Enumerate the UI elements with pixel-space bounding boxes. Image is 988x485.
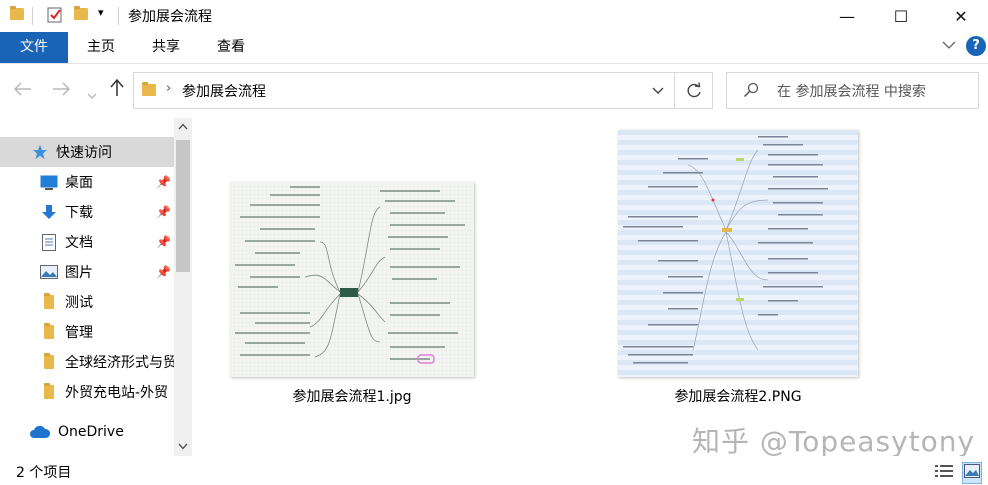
sidebar-item-label: 图片 (65, 265, 93, 281)
mindmap-thumbnail-image (230, 182, 474, 377)
pin-icon[interactable]: 📌 (156, 235, 171, 249)
file-thumbnail-2[interactable] (618, 130, 858, 377)
item-count: 2 个项目 (16, 465, 72, 481)
scroll-down-icon[interactable] (174, 438, 192, 456)
sidebar-item-desktop[interactable]: 桌面 (0, 167, 174, 197)
maximize-button[interactable]: ☐ (878, 0, 924, 32)
file-name-2[interactable]: 参加展会流程2.PNG (618, 386, 858, 406)
cloud-icon (29, 424, 51, 440)
folder-icon (142, 82, 156, 100)
sidebar-item-documents[interactable]: 文档 (0, 227, 174, 257)
pin-icon[interactable]: 📌 (156, 265, 171, 279)
sidebar-item-label: 外贸充电站-外贸 (65, 385, 169, 401)
folder-icon (10, 6, 24, 24)
help-icon[interactable]: ? (966, 36, 986, 56)
minimize-icon: — (839, 6, 855, 26)
refresh-button[interactable] (675, 72, 713, 109)
sidebar-item-global-economy[interactable]: 全球经济形式与贸 (0, 347, 174, 377)
folder-icon (40, 383, 58, 400)
customize-toolbar-dropdown-icon[interactable]: ▾ (98, 6, 104, 19)
close-button[interactable]: ✕ (938, 0, 984, 32)
desktop-icon (40, 174, 58, 190)
sidebar-item-trade-charging-station[interactable]: 外贸充电站-外贸 (0, 377, 174, 407)
up-arrow-icon[interactable] (110, 78, 124, 102)
sidebar-item-label: 下载 (65, 205, 93, 221)
back-arrow-icon[interactable] (13, 80, 32, 101)
sidebar-item-label: 测试 (65, 295, 93, 311)
tab-share[interactable]: 共享 (147, 32, 185, 63)
breadcrumb-chevron-icon[interactable]: › (166, 81, 171, 96)
search-icon (743, 82, 759, 102)
sidebar-item-pictures[interactable]: 图片 (0, 257, 174, 287)
sidebar-item-quick-access[interactable]: 快速访问 (0, 137, 174, 167)
sidebar-item-downloads[interactable]: 下载 (0, 197, 174, 227)
properties-checkmark-icon[interactable] (46, 6, 64, 28)
address-history-chevron-icon[interactable] (652, 83, 664, 99)
pin-icon[interactable]: 📌 (156, 205, 171, 219)
star-icon (31, 144, 49, 160)
scroll-thumb[interactable] (176, 140, 190, 272)
sidebar-item-onedrive[interactable]: OneDrive (0, 417, 174, 447)
minimize-button[interactable]: — (824, 0, 870, 32)
expand-ribbon-chevron-icon[interactable] (942, 38, 956, 54)
large-icons-view-icon[interactable] (962, 462, 982, 484)
status-bar: 2 个项目 (0, 456, 988, 485)
sidebar-item-label: 快速访问 (56, 145, 112, 161)
refresh-icon (687, 81, 701, 97)
sidebar-item-test[interactable]: 测试 (0, 287, 174, 317)
ribbon: 文件 主页 共享 查看 ? (0, 32, 988, 64)
sidebar-item-label: 管理 (65, 325, 93, 341)
sidebar-item-label: 全球经济形式与贸 (65, 355, 174, 371)
file-thumbnail-1[interactable] (230, 182, 474, 377)
sidebar-item-label: OneDrive (58, 424, 124, 440)
sidebar-scrollbar[interactable] (174, 118, 192, 456)
download-icon (40, 204, 58, 220)
close-icon: ✕ (954, 6, 968, 26)
toolbar-separator (118, 7, 119, 25)
tab-home[interactable]: 主页 (82, 32, 120, 63)
new-folder-icon[interactable] (74, 6, 88, 24)
folder-icon (40, 293, 58, 310)
pin-icon[interactable]: 📌 (156, 175, 171, 189)
forward-arrow-icon[interactable] (52, 80, 71, 101)
address-bar[interactable]: › 参加展会流程 (133, 72, 675, 109)
document-icon (40, 233, 58, 251)
details-view-icon[interactable] (935, 464, 953, 482)
folder-icon (40, 353, 58, 370)
sidebar-item-label: 桌面 (65, 175, 93, 191)
sidebar-item-label: 文档 (65, 235, 93, 251)
tab-file[interactable]: 文件 (0, 32, 68, 63)
breadcrumb-current-folder[interactable]: 参加展会流程 (182, 81, 266, 101)
recent-locations-chevron-icon[interactable] (87, 84, 97, 105)
window-title: 参加展会流程 (128, 9, 212, 25)
mindmap-thumbnail-image (618, 130, 858, 377)
scroll-up-icon[interactable] (174, 118, 192, 136)
search-placeholder: 在 参加展会流程 中搜索 (777, 84, 926, 100)
picture-icon (40, 264, 58, 280)
navigation-pane: 快速访问 桌面 📌 下载 📌 文档 📌 图片 📌 测试 管理 全球经济形式与贸 … (0, 118, 192, 456)
search-field[interactable]: 在 参加展会流程 中搜索 (726, 72, 979, 109)
sidebar-item-management[interactable]: 管理 (0, 317, 174, 347)
toolbar-separator (32, 7, 33, 25)
watermark: 知乎 @Topeasytony (692, 425, 976, 458)
file-name-1[interactable]: 参加展会流程1.jpg (232, 386, 472, 406)
maximize-icon: ☐ (893, 6, 909, 26)
folder-icon (40, 323, 58, 340)
title-bar: ▾ 参加展会流程 — ☐ ✕ (0, 0, 988, 32)
tab-view[interactable]: 查看 (212, 32, 250, 63)
file-list: 参加展会流程1.jpg 参加展会流程2.PNG (192, 118, 988, 456)
